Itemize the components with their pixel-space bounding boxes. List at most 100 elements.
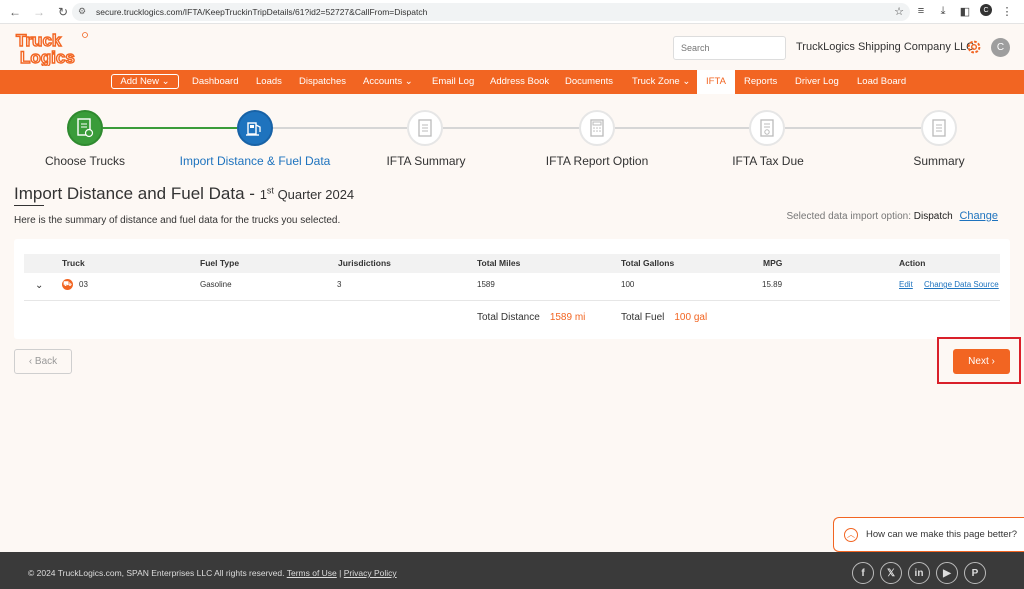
step-choose-trucks[interactable] — [67, 110, 103, 146]
x-icon[interactable]: 𝕏 — [880, 562, 902, 584]
document-icon — [932, 119, 946, 137]
chevron-down-icon: ⌄ — [404, 76, 413, 87]
quarter-text: Quarter 2024 — [277, 187, 355, 202]
nav-truck-zone[interactable]: Truck Zone ⌄ — [632, 70, 690, 94]
chevron-down-icon: ⌄ — [161, 76, 170, 87]
footer: © 2024 TruckLogics.com, SPAN Enterprises… — [0, 552, 1024, 589]
expand-row-chevron-icon[interactable]: ⌄ — [35, 280, 43, 291]
user-avatar[interactable]: C — [991, 38, 1010, 57]
row-divider — [24, 300, 1000, 301]
next-button[interactable]: Next › — [953, 349, 1010, 374]
copyright-text: © 2024 TruckLogics.com, SPAN Enterprises… — [28, 568, 285, 578]
column-header: Total Gallons — [621, 258, 675, 268]
calculator-icon — [590, 119, 604, 137]
column-header: Fuel Type — [200, 258, 240, 268]
tax-document-icon — [760, 119, 774, 137]
trucklogics-logo[interactable]: Truck Logics — [14, 30, 90, 66]
step-label: Summary — [913, 154, 965, 168]
more-menu-icon[interactable]: ⋮ — [1000, 4, 1014, 18]
total-fuel: Total Fuel 100 gal — [621, 312, 707, 323]
nav-address-book[interactable]: Address Book — [490, 70, 549, 94]
page-title-text: Import Distance and Fuel Data - — [14, 184, 255, 203]
privacy-link[interactable]: Privacy Policy — [344, 568, 397, 578]
url-text: secure.trucklogics.com/IFTA/KeepTruckinT… — [96, 7, 428, 17]
media-icon[interactable]: ≡ — [914, 4, 928, 18]
cell-total-miles: 1589 — [477, 280, 495, 289]
nav-accounts[interactable]: Accounts ⌄ — [363, 70, 413, 94]
step-connector — [103, 127, 237, 129]
browser-profile-icon[interactable]: C — [980, 4, 992, 16]
nav-loads[interactable]: Loads — [256, 70, 282, 94]
document-check-icon — [77, 118, 94, 138]
fuel-pump-icon — [246, 122, 261, 136]
nav-truck-zone-label: Truck Zone — [632, 76, 680, 87]
nav-documents[interactable]: Documents — [565, 70, 613, 94]
sidepanel-icon[interactable]: ◧ — [958, 4, 972, 18]
feedback-tab[interactable]: ︿ How can we make this page better? — [833, 517, 1024, 552]
quarter-label: 1st Quarter 2024 — [259, 186, 355, 202]
chevron-up-icon: ︿ — [844, 527, 858, 542]
search-input[interactable] — [673, 36, 786, 60]
import-option: Selected data import option: Dispatch Ch… — [786, 210, 998, 222]
progress-stepper: Choose Trucks Import Distance & Fuel Dat… — [0, 100, 1024, 176]
reload-icon[interactable]: ↻ — [54, 3, 72, 21]
linkedin-icon[interactable]: in — [908, 562, 930, 584]
nav-ifta[interactable]: IFTA — [697, 70, 735, 94]
svg-text:Logics: Logics — [20, 48, 75, 66]
step-connector — [273, 127, 407, 129]
copyright: © 2024 TruckLogics.com, SPAN Enterprises… — [28, 568, 397, 578]
step-ifta-summary[interactable] — [407, 110, 443, 146]
column-header: Action — [899, 258, 926, 268]
nav-dispatches[interactable]: Dispatches — [299, 70, 346, 94]
download-icon[interactable]: ⤓ — [936, 4, 950, 18]
nav-load-board[interactable]: Load Board — [857, 70, 906, 94]
column-header: MPG — [763, 258, 783, 268]
youtube-icon[interactable]: ▶ — [936, 562, 958, 584]
nav-reports[interactable]: Reports — [744, 70, 777, 94]
cell-mpg: 15.89 — [762, 280, 783, 289]
company-name[interactable]: TruckLogics Shipping Company LLC — [796, 41, 974, 53]
step-ifta-report-option[interactable] — [579, 110, 615, 146]
back-arrow-icon[interactable]: ← — [6, 3, 24, 21]
step-label: IFTA Report Option — [545, 154, 649, 168]
site-info-icon[interactable]: ⚙ — [78, 6, 90, 18]
step-ifta-tax-due[interactable] — [749, 110, 785, 146]
step-label: Import Distance & Fuel Data — [179, 154, 331, 168]
column-header: Jurisdictions — [338, 258, 391, 268]
import-option-value: Dispatch — [913, 211, 953, 222]
main-nav: Add New ⌄ Dashboard Loads Dispatches Acc… — [0, 70, 1024, 94]
change-data-source-link[interactable]: Change Data Source — [924, 280, 999, 289]
chevron-down-icon: ⌄ — [682, 76, 691, 87]
pinterest-icon[interactable]: P — [964, 562, 986, 584]
step-summary[interactable] — [921, 110, 957, 146]
add-new-button[interactable]: Add New ⌄ — [111, 74, 179, 89]
nav-accounts-label: Accounts — [363, 76, 403, 87]
bookmark-star-icon[interactable]: ☆ — [892, 4, 906, 18]
address-bar[interactable]: ⚙ secure.trucklogics.com/IFTA/KeepTrucki… — [72, 3, 910, 21]
social-links: f 𝕏 in ▶ P — [852, 562, 986, 584]
quarter-number: 1 — [259, 187, 267, 202]
terms-link[interactable]: Terms of Use — [287, 568, 337, 578]
settings-gear-icon[interactable] — [965, 38, 983, 56]
nav-dashboard[interactable]: Dashboard — [192, 70, 238, 94]
nav-email-log[interactable]: Email Log — [432, 70, 474, 94]
forward-arrow-icon[interactable]: → — [30, 3, 48, 21]
total-distance: Total Distance 1589 mi — [477, 312, 585, 323]
cell-truck[interactable]: 03 — [79, 280, 88, 289]
back-button[interactable]: ‹ Back — [14, 349, 72, 374]
facebook-icon[interactable]: f — [852, 562, 874, 584]
title-underline — [14, 205, 44, 206]
edit-link[interactable]: Edit — [899, 280, 913, 289]
cell-total-gallons: 100 — [621, 280, 635, 289]
cell-fuel-type: Gasoline — [200, 280, 232, 289]
step-label: IFTA Tax Due — [732, 154, 804, 168]
step-label: IFTA Summary — [386, 154, 466, 168]
nav-driver-log[interactable]: Driver Log — [795, 70, 839, 94]
table-header: Truck Fuel Type Jurisdictions Total Mile… — [24, 254, 1000, 273]
step-import-data[interactable] — [237, 110, 273, 146]
browser-toolbar: ← → ↻ ⚙ secure.trucklogics.com/IFTA/Keep… — [0, 0, 1024, 24]
change-import-option-link[interactable]: Change — [959, 210, 998, 222]
footer-separator: | — [339, 568, 342, 578]
app-header: Truck Logics TruckLogics Shipping Compan… — [0, 24, 1024, 70]
total-distance-label: Total Distance — [477, 312, 540, 323]
